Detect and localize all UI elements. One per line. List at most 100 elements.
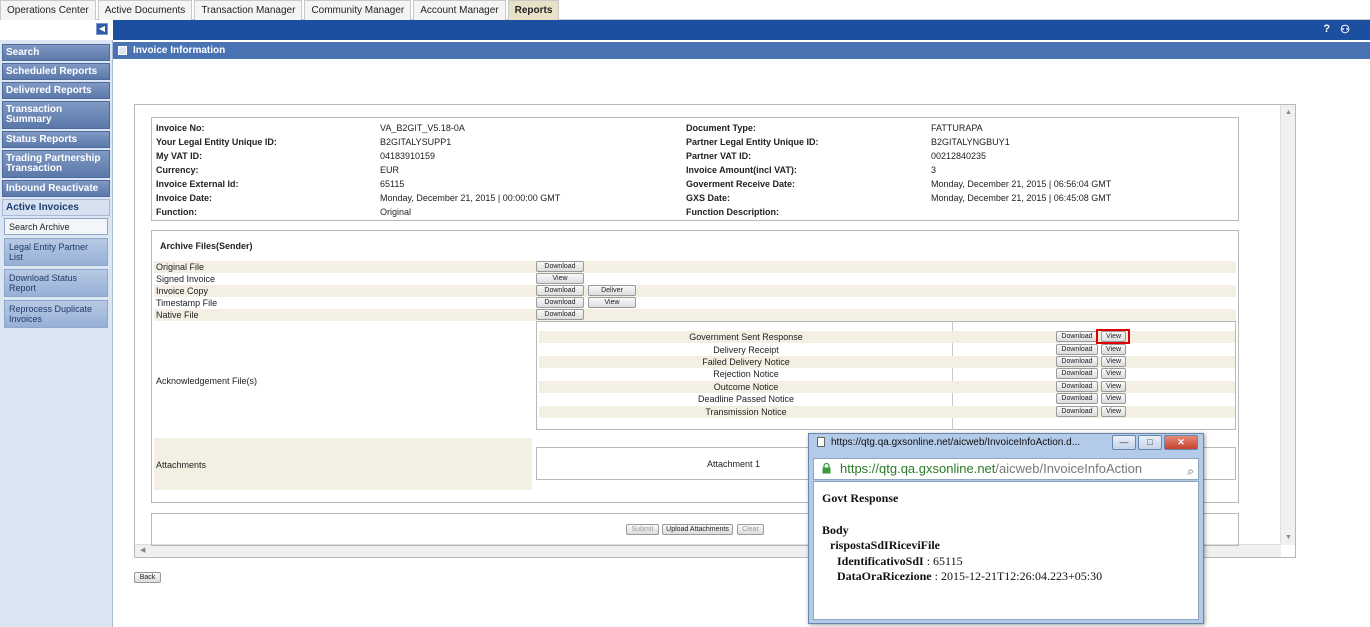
file-row-signed: Signed Invoice View bbox=[154, 273, 1236, 285]
copy-deliver-button[interactable]: Deliver bbox=[588, 285, 636, 296]
ack-view-button[interactable]: View bbox=[1101, 381, 1126, 392]
back-button[interactable]: Back bbox=[134, 572, 161, 583]
sidebar-subitem-legal-entity-partner-list[interactable]: Legal Entity Partner List bbox=[4, 238, 108, 266]
attachment-name: Attachment 1 bbox=[707, 459, 761, 469]
ack-download-button[interactable]: Download bbox=[1056, 406, 1098, 417]
sidebar-item-active-invoices[interactable]: Active Invoices bbox=[2, 199, 110, 216]
value-invoice-no: VA_B2GIT_V5.18-0A bbox=[380, 123, 465, 133]
ack-download-button[interactable]: Download bbox=[1056, 393, 1098, 404]
field-partner-vat-id: Partner VAT ID: bbox=[686, 151, 752, 161]
collapse-sidebar-icon[interactable]: ◀ bbox=[96, 23, 108, 35]
ack-download-button[interactable]: Download bbox=[1056, 368, 1098, 379]
response-heading: Govt Response bbox=[822, 491, 899, 505]
sidebar-item-transaction-summary[interactable]: Transaction Summary bbox=[2, 101, 110, 129]
close-button[interactable]: ✕ bbox=[1164, 435, 1198, 450]
sidebar-item-delivered-reports[interactable]: Delivered Reports bbox=[2, 82, 110, 99]
field-gxs-date: GXS Date: bbox=[686, 193, 731, 203]
page-icon bbox=[817, 437, 825, 448]
value-invoice-date: Monday, December 21, 2015 | 00:00:00 GMT bbox=[380, 193, 561, 203]
ack-view-button[interactable]: View bbox=[1101, 344, 1126, 355]
field-government-receive-date: Goverment Receive Date: bbox=[686, 179, 796, 189]
ack-name: Delivery Receipt bbox=[713, 345, 779, 355]
tab-community-manager[interactable]: Community Manager bbox=[304, 0, 412, 20]
value-legal-entity-id: B2GITALYSUPP1 bbox=[380, 137, 452, 147]
tab-operations-center[interactable]: Operations Center bbox=[0, 0, 96, 20]
value-government-receive-date: Monday, December 21, 2015 | 06:56:04 GMT bbox=[931, 179, 1112, 189]
section-title: Invoice Information bbox=[133, 45, 226, 56]
file-row-original: Original File Download bbox=[154, 261, 1236, 273]
ack-files-table: Government Sent Response Download View D… bbox=[536, 321, 1236, 430]
ack-row: Failed Delivery Notice Download View bbox=[539, 356, 1235, 368]
ack-name: Government Sent Response bbox=[689, 332, 803, 342]
file-name: Timestamp File bbox=[156, 298, 218, 308]
ack-view-button[interactable]: View bbox=[1101, 368, 1126, 379]
ack-view-button[interactable]: View bbox=[1101, 356, 1126, 367]
sidebar-item-search[interactable]: Search bbox=[2, 44, 110, 61]
ack-download-button[interactable]: Download bbox=[1056, 381, 1098, 392]
ack-name: Transmission Notice bbox=[705, 407, 787, 417]
value-gxs-date: Monday, December 21, 2015 | 06:45:08 GMT bbox=[931, 193, 1112, 203]
ack-view-button[interactable]: View bbox=[1101, 406, 1126, 417]
tab-reports[interactable]: Reports bbox=[507, 0, 560, 20]
vertical-scrollbar[interactable]: ▲ ▼ bbox=[1280, 105, 1295, 545]
popup-content: Govt Response Body rispostaSdIRiceviFile… bbox=[813, 481, 1199, 620]
tab-active-documents[interactable]: Active Documents bbox=[97, 0, 193, 20]
native-download-button[interactable]: Download bbox=[536, 309, 584, 320]
help-icon[interactable]: ? bbox=[1323, 23, 1330, 36]
maximize-button[interactable]: □ bbox=[1138, 435, 1162, 450]
ack-view-button[interactable]: View bbox=[1101, 393, 1126, 404]
scroll-down-icon[interactable]: ▼ bbox=[1285, 534, 1292, 541]
timestamp-view-button[interactable]: View bbox=[588, 297, 636, 308]
timestamp-download-button[interactable]: Download bbox=[536, 297, 584, 308]
minimize-button[interactable]: — bbox=[1112, 435, 1136, 450]
ack-download-button[interactable]: Download bbox=[1056, 356, 1098, 367]
file-name: Original File bbox=[156, 262, 205, 272]
scroll-left-icon[interactable]: ◀ bbox=[140, 546, 145, 554]
clear-button[interactable]: Clear bbox=[737, 524, 764, 535]
tab-transaction-manager[interactable]: Transaction Manager bbox=[194, 0, 303, 20]
ack-download-button[interactable]: Download bbox=[1056, 331, 1098, 342]
ack-download-button[interactable]: Download bbox=[1056, 344, 1098, 355]
ack-row: Transmission Notice Download View bbox=[539, 406, 1235, 418]
scroll-up-icon[interactable]: ▲ bbox=[1285, 109, 1292, 116]
sidebar-item-scheduled-reports[interactable]: Scheduled Reports bbox=[2, 63, 110, 80]
copy-download-button[interactable]: Download bbox=[536, 285, 584, 296]
original-download-button[interactable]: Download bbox=[536, 261, 584, 272]
url-host: https://qtg.qa.gxsonline.net bbox=[840, 461, 996, 476]
sidebar-item-trading-partnership-transaction[interactable]: Trading Partnership Transaction bbox=[2, 150, 110, 178]
signed-view-button[interactable]: View bbox=[536, 273, 584, 284]
sidebar: Search Scheduled Reports Delivered Repor… bbox=[0, 40, 113, 627]
ack-row: Government Sent Response Download View bbox=[539, 331, 1235, 343]
sidebar-item-status-reports[interactable]: Status Reports bbox=[2, 131, 110, 148]
upload-attachments-button[interactable]: Upload Attachments bbox=[662, 524, 733, 535]
top-tab-bar: Operations Center Active Documents Trans… bbox=[0, 0, 1370, 20]
ack-label: Acknowledgement File(s) bbox=[156, 376, 258, 386]
submit-button[interactable]: Submit bbox=[626, 524, 659, 535]
sidebar-item-inbound-reactivate[interactable]: Inbound Reactivate bbox=[2, 180, 110, 197]
view-highlight-box bbox=[1096, 329, 1130, 344]
field-identificativo: IdentificativoSdI : 65115 bbox=[837, 554, 963, 568]
users-icon[interactable]: ⚇ bbox=[1340, 23, 1350, 36]
address-bar[interactable]: https://qtg.qa.gxsonline.net/aicweb/Invo… bbox=[813, 458, 1199, 480]
ack-name: Failed Delivery Notice bbox=[702, 357, 790, 367]
ack-row: Rejection Notice Download View bbox=[539, 368, 1235, 380]
field-data-ora: DataOraRicezione : 2015-12-21T12:26:04.2… bbox=[837, 569, 1103, 583]
value-invoice-amount: 3 bbox=[931, 165, 937, 175]
ack-row: Deadline Passed Notice Download View bbox=[539, 393, 1235, 405]
sidebar-subitem-reprocess-duplicate-invoices[interactable]: Reprocess Duplicate Invoices bbox=[4, 300, 108, 328]
field-currency: Currency: bbox=[156, 165, 199, 175]
archive-title: Archive Files(Sender) bbox=[160, 241, 253, 251]
sidebar-subitem-download-status-report[interactable]: Download Status Report bbox=[4, 269, 108, 297]
file-row-copy: Invoice Copy Download Deliver bbox=[154, 285, 1236, 297]
field-invoice-no: Invoice No: bbox=[156, 123, 205, 133]
file-row-timestamp: Timestamp File Download View bbox=[154, 297, 1236, 309]
value-function: Original bbox=[380, 207, 412, 217]
sidebar-subitem-search-archive[interactable]: Search Archive bbox=[4, 218, 108, 235]
attachments-label-cell bbox=[154, 438, 532, 490]
ack-row: Outcome Notice Download View bbox=[539, 381, 1235, 393]
value-vat-id: 04183910159 bbox=[380, 151, 436, 161]
field-legal-entity-id: Your Legal Entity Unique ID: bbox=[156, 137, 277, 147]
collapse-section-icon[interactable] bbox=[118, 46, 127, 55]
tab-account-manager[interactable]: Account Manager bbox=[413, 0, 506, 20]
search-icon[interactable]: ⌕ bbox=[1187, 461, 1194, 479]
